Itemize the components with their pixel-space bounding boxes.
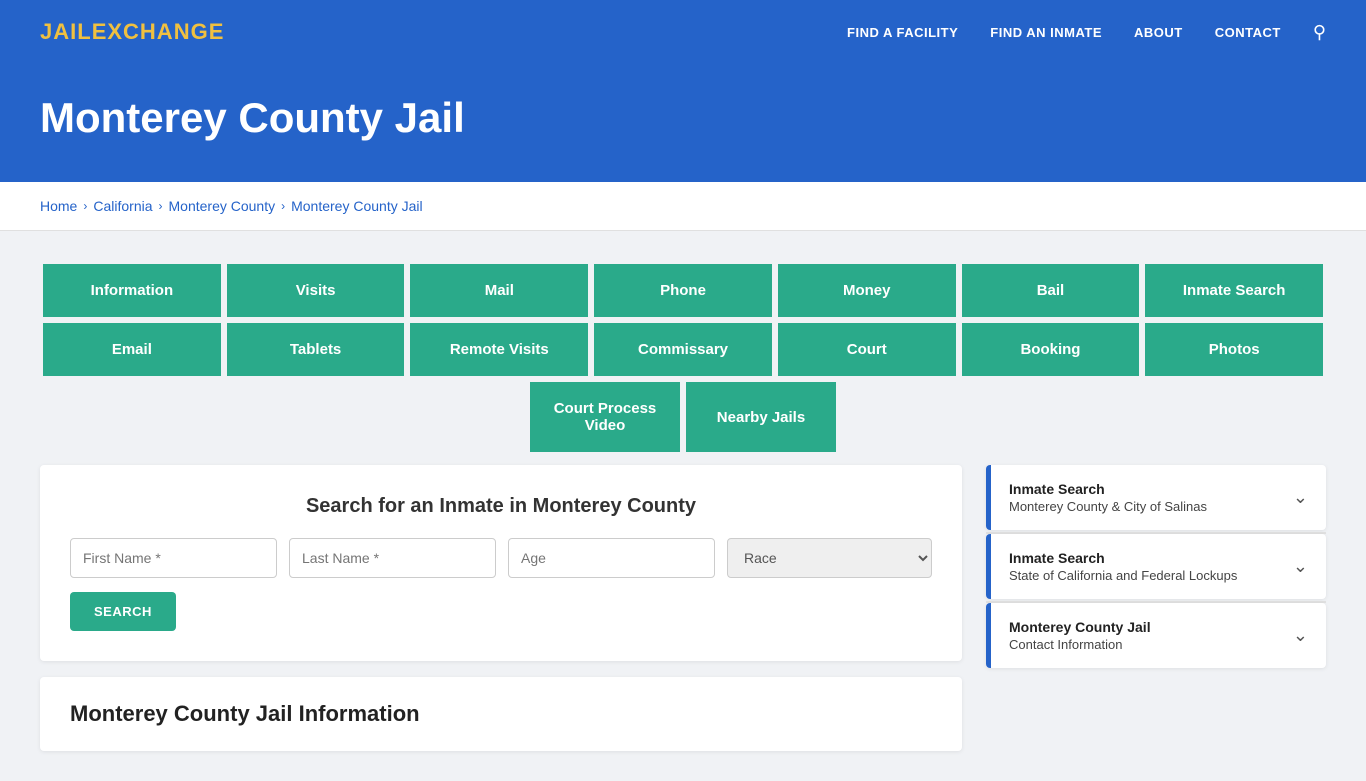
logo[interactable]: JAILEXCHANGE [40,19,224,45]
search-icon[interactable]: ⚲ [1313,22,1326,43]
btn-email[interactable]: Email [40,320,224,379]
btn-remote-visits[interactable]: Remote Visits [407,320,591,379]
button-row-3: Court Process Video Nearby Jails [40,379,1326,455]
chevron-down-icon: ⌄ [1293,625,1308,646]
nav-find-facility[interactable]: FIND A FACILITY [847,25,958,40]
breadcrumb-current: Monterey County Jail [291,198,423,214]
sidebar-card-local-search: Inmate Search Monterey County & City of … [986,465,1326,530]
hero-section: Monterey County Jail [0,64,1366,182]
chevron-right-icon: › [159,199,163,213]
btn-photos[interactable]: Photos [1142,320,1326,379]
chevron-down-icon: ⌄ [1293,487,1308,508]
sidebar-card-title-local: Inmate Search [1009,481,1207,497]
main-content: Information Visits Mail Phone Money Bail… [0,231,1366,781]
btn-money[interactable]: Money [775,261,959,320]
btn-visits[interactable]: Visits [224,261,408,320]
button-row-2: Email Tablets Remote Visits Commissary C… [40,320,1326,379]
btn-phone[interactable]: Phone [591,261,775,320]
inmate-search-box: Search for an Inmate in Monterey County … [40,465,962,661]
left-column: Search for an Inmate in Monterey County … [40,465,962,751]
info-title: Monterey County Jail Information [70,701,932,727]
btn-information[interactable]: Information [40,261,224,320]
content-area: Search for an Inmate in Monterey County … [40,465,1326,751]
nav-about[interactable]: ABOUT [1134,25,1183,40]
sidebar: Inmate Search Monterey County & City of … [986,465,1326,751]
sidebar-card-sub-contact: Contact Information [1009,637,1151,652]
breadcrumb-county[interactable]: Monterey County [169,198,276,214]
search-form-row: Race White Black Hispanic Asian Other [70,538,932,578]
nav-find-inmate[interactable]: FIND AN INMATE [990,25,1102,40]
sidebar-card-sub-local: Monterey County & City of Salinas [1009,499,1207,514]
last-name-input[interactable] [289,538,496,578]
btn-bail[interactable]: Bail [959,261,1143,320]
btn-inmate-search[interactable]: Inmate Search [1142,261,1326,320]
logo-jail: JAIL [40,19,92,44]
search-button[interactable]: SEARCH [70,592,176,631]
header: JAILEXCHANGE FIND A FACILITY FIND AN INM… [0,0,1366,64]
btn-court[interactable]: Court [775,320,959,379]
btn-commissary[interactable]: Commissary [591,320,775,379]
sidebar-card-header-state[interactable]: Inmate Search State of California and Fe… [986,534,1326,599]
breadcrumb: Home › California › Monterey County › Mo… [40,198,1326,214]
info-section: Monterey County Jail Information [40,677,962,751]
breadcrumb-state[interactable]: California [93,198,152,214]
sidebar-card-sub-state: State of California and Federal Lockups [1009,568,1237,583]
sidebar-card-header-local[interactable]: Inmate Search Monterey County & City of … [986,465,1326,530]
button-row-1: Information Visits Mail Phone Money Bail… [40,261,1326,320]
search-title: Search for an Inmate in Monterey County [70,495,932,518]
btn-booking[interactable]: Booking [959,320,1143,379]
sidebar-card-header-contact[interactable]: Monterey County Jail Contact Information… [986,603,1326,668]
sidebar-card-contact: Monterey County Jail Contact Information… [986,603,1326,668]
breadcrumb-bar: Home › California › Monterey County › Mo… [0,182,1366,231]
btn-mail[interactable]: Mail [407,261,591,320]
first-name-input[interactable] [70,538,277,578]
btn-nearby-jails[interactable]: Nearby Jails [683,379,839,455]
breadcrumb-home[interactable]: Home [40,198,77,214]
chevron-down-icon: ⌄ [1293,556,1308,577]
race-select[interactable]: Race White Black Hispanic Asian Other [727,538,932,578]
main-nav: FIND A FACILITY FIND AN INMATE ABOUT CON… [847,22,1326,43]
age-input[interactable] [508,538,715,578]
btn-tablets[interactable]: Tablets [224,320,408,379]
sidebar-card-title-contact: Monterey County Jail [1009,619,1151,635]
sidebar-card-title-state: Inmate Search [1009,550,1237,566]
chevron-right-icon: › [83,199,87,213]
page-title: Monterey County Jail [40,94,1326,142]
btn-court-video[interactable]: Court Process Video [527,379,683,455]
chevron-right-icon: › [281,199,285,213]
nav-contact[interactable]: CONTACT [1215,25,1281,40]
sidebar-card-state-search: Inmate Search State of California and Fe… [986,534,1326,599]
logo-exchange: EXCHANGE [92,19,225,44]
